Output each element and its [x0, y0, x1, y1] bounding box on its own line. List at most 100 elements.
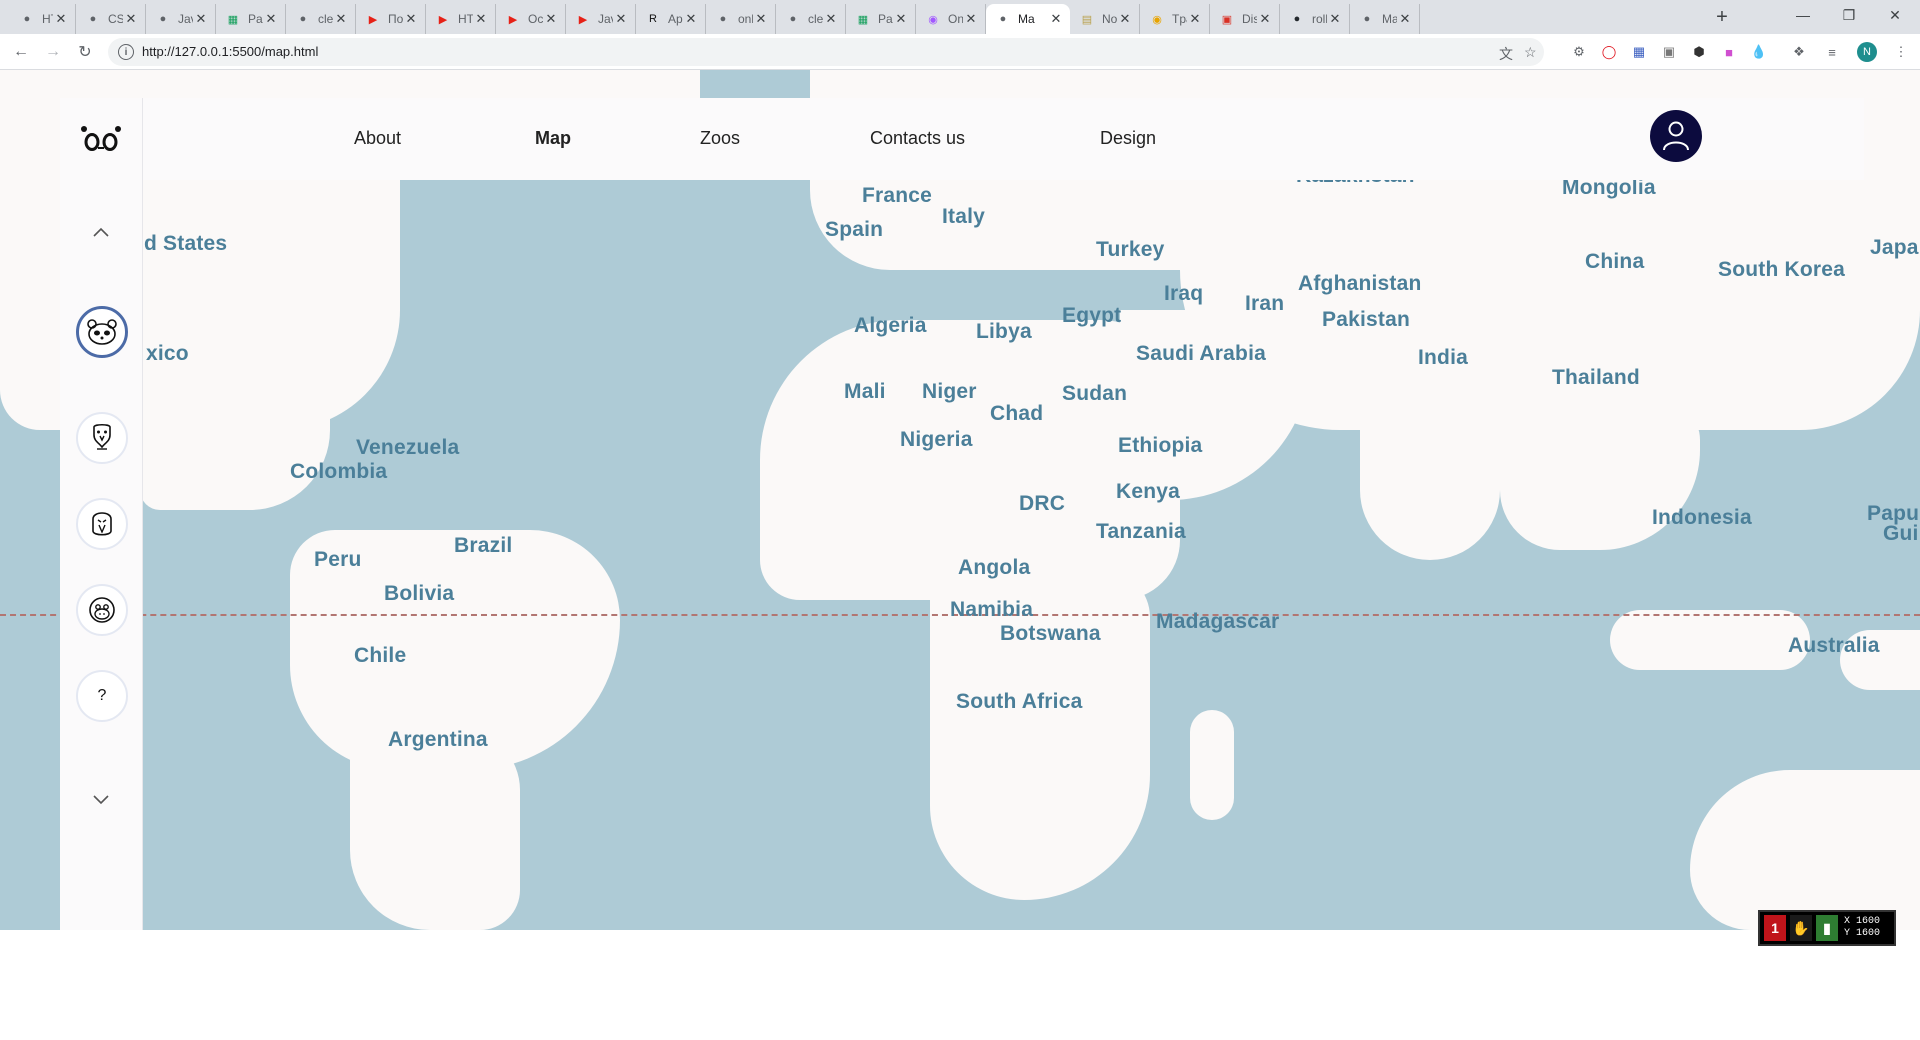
- tab-title: Pac: [248, 12, 263, 26]
- sidebar-item-monkey[interactable]: [76, 584, 128, 636]
- calendar-icon: ▣: [1221, 13, 1233, 26]
- country-label: Namibia: [950, 598, 1034, 621]
- reading-list-icon[interactable]: ≡: [1823, 43, 1841, 61]
- tab-close-icon[interactable]: ✕: [473, 11, 489, 27]
- world-map[interactable]: GermanyUkraineKazakhstanMongoliaFranceIt…: [0, 70, 1920, 930]
- user-avatar[interactable]: [1650, 110, 1702, 162]
- calendar-extension-icon[interactable]: ▦: [1630, 43, 1648, 61]
- nav-contacts[interactable]: Contacts us: [870, 128, 965, 149]
- browser-tab[interactable]: ● CSS✕: [76, 4, 146, 34]
- tab-title: CSS: [108, 12, 123, 26]
- tab-close-icon[interactable]: ✕: [1117, 11, 1133, 27]
- eagle-icon: [93, 423, 111, 450]
- nav-about[interactable]: About: [354, 128, 401, 149]
- country-label: Venezuela: [356, 436, 460, 459]
- browser-tab[interactable]: ◉ Onl✕: [916, 4, 986, 34]
- panda-logo-icon: [81, 126, 121, 151]
- new-tab-button[interactable]: +: [1708, 4, 1736, 30]
- browser-tab[interactable]: ● HTM✕: [10, 4, 76, 34]
- browser-tab[interactable]: ● Java✕: [146, 4, 216, 34]
- translate-icon[interactable]: 文: [1499, 44, 1513, 64]
- nav-design[interactable]: Design: [1100, 128, 1156, 149]
- browser-tab[interactable]: ● onli✕: [706, 4, 776, 34]
- browser-tab[interactable]: ● Ma ✕: [986, 4, 1070, 34]
- browser-tab[interactable]: ● rolli✕: [1280, 4, 1350, 34]
- tab-close-icon[interactable]: ✕: [1257, 11, 1273, 27]
- tab-close-icon[interactable]: ✕: [963, 11, 979, 27]
- site-info-icon[interactable]: i: [118, 44, 134, 60]
- puzzle-icon[interactable]: ❖: [1790, 43, 1808, 61]
- minimize-icon[interactable]: —: [1780, 0, 1826, 30]
- tab-close-icon[interactable]: ✕: [333, 11, 349, 27]
- browser-tab[interactable]: ▶ Осн✕: [496, 4, 566, 34]
- scroll-up-button[interactable]: [84, 220, 118, 244]
- tab-close-icon[interactable]: ✕: [893, 11, 909, 27]
- tab-close-icon[interactable]: ✕: [683, 11, 699, 27]
- country-label: Egypt: [1062, 304, 1122, 327]
- help-icon: ?: [97, 687, 107, 704]
- forward-icon[interactable]: →: [41, 40, 65, 64]
- tab-close-icon[interactable]: ✕: [613, 11, 629, 27]
- nav-map[interactable]: Map: [535, 128, 571, 149]
- animal-sidebar: ?: [60, 180, 143, 930]
- tab-close-icon[interactable]: ✕: [1048, 11, 1064, 27]
- back-icon[interactable]: ←: [9, 40, 33, 64]
- nav-zoos[interactable]: Zoos: [700, 128, 740, 149]
- restore-icon[interactable]: ❐: [1826, 0, 1872, 30]
- browser-tab[interactable]: ◉ Tpa✕: [1140, 4, 1210, 34]
- scroll-down-button[interactable]: [84, 788, 118, 812]
- screenshot-icon[interactable]: ▣: [1660, 43, 1678, 61]
- profile-avatar[interactable]: N: [1857, 42, 1877, 62]
- browser-tab[interactable]: ● clea✕: [776, 4, 846, 34]
- tab-close-icon[interactable]: ✕: [53, 11, 69, 27]
- country-label: Chad: [990, 402, 1044, 425]
- coordinate-overlay-widget[interactable]: 1 ✋ ▮ X 1600 Y 1600: [1758, 910, 1896, 946]
- tab-close-icon[interactable]: ✕: [1397, 11, 1413, 27]
- cube-icon[interactable]: ⬢: [1690, 43, 1708, 61]
- tab-close-icon[interactable]: ✕: [753, 11, 769, 27]
- browser-tab[interactable]: ▶ Java✕: [566, 4, 636, 34]
- browser-tab[interactable]: R App✕: [636, 4, 706, 34]
- browser-tab[interactable]: ● clea✕: [286, 4, 356, 34]
- tab-close-icon[interactable]: ✕: [1187, 11, 1203, 27]
- drop-icon[interactable]: 💧: [1750, 43, 1768, 61]
- country-label: Thailand: [1552, 366, 1640, 389]
- browser-tab[interactable]: ▶ Под✕: [356, 4, 426, 34]
- tab-close-icon[interactable]: ✕: [263, 11, 279, 27]
- sidebar-item-panda[interactable]: [76, 306, 128, 358]
- browser-tab[interactable]: ▦ Pac✕: [846, 4, 916, 34]
- bookmark-star-icon[interactable]: ☆: [1524, 44, 1537, 61]
- menu-dots-icon[interactable]: ⋮: [1892, 43, 1910, 61]
- logo[interactable]: [60, 98, 143, 180]
- address-bar[interactable]: i http://127.0.0.1:5500/map.html 文 ☆: [108, 38, 1544, 66]
- tab-title: Pac: [878, 12, 893, 26]
- browser-tab[interactable]: ▤ Not✕: [1070, 4, 1140, 34]
- tab-close-icon[interactable]: ✕: [403, 11, 419, 27]
- sidebar-item-eagle[interactable]: [76, 412, 128, 464]
- reload-icon[interactable]: ↻: [73, 40, 97, 64]
- country-label: Italy: [942, 205, 986, 228]
- sidebar-item-help[interactable]: ?: [76, 670, 128, 722]
- opera-icon[interactable]: ◯: [1600, 43, 1618, 61]
- tab-close-icon[interactable]: ✕: [823, 11, 839, 27]
- tab-close-icon[interactable]: ✕: [543, 11, 559, 27]
- browser-tab[interactable]: ▶ HTM✕: [426, 4, 496, 34]
- land-japan: [1850, 270, 1890, 390]
- country-label: Mali: [844, 380, 886, 403]
- tab-close-icon[interactable]: ✕: [193, 11, 209, 27]
- url-text[interactable]: http://127.0.0.1:5500/map.html: [142, 44, 318, 59]
- tab-close-icon[interactable]: ✕: [1327, 11, 1343, 27]
- browser-tab[interactable]: ▦ Pac✕: [216, 4, 286, 34]
- sidebar-item-gorilla[interactable]: [76, 498, 128, 550]
- gradient-icon[interactable]: ■: [1720, 43, 1738, 61]
- browser-tab[interactable]: ● Ma ✕: [1350, 4, 1420, 34]
- tab-close-icon[interactable]: ✕: [123, 11, 139, 27]
- browser-tab-strip: ●HTM✕●CSS✕●Java✕▦Pac✕●clea✕▶Под✕▶HTM✕▶Ос…: [0, 0, 1920, 34]
- country-label: Bolivia: [384, 582, 455, 605]
- chevron-down-icon: [93, 795, 109, 805]
- close-window-icon[interactable]: ✕: [1872, 0, 1918, 30]
- extension-icon[interactable]: ⚙: [1570, 43, 1588, 61]
- y-coordinate: Y 1600: [1844, 928, 1881, 939]
- browser-tab[interactable]: ▣ Dis ✕: [1210, 4, 1280, 34]
- land-india: [1360, 390, 1500, 560]
